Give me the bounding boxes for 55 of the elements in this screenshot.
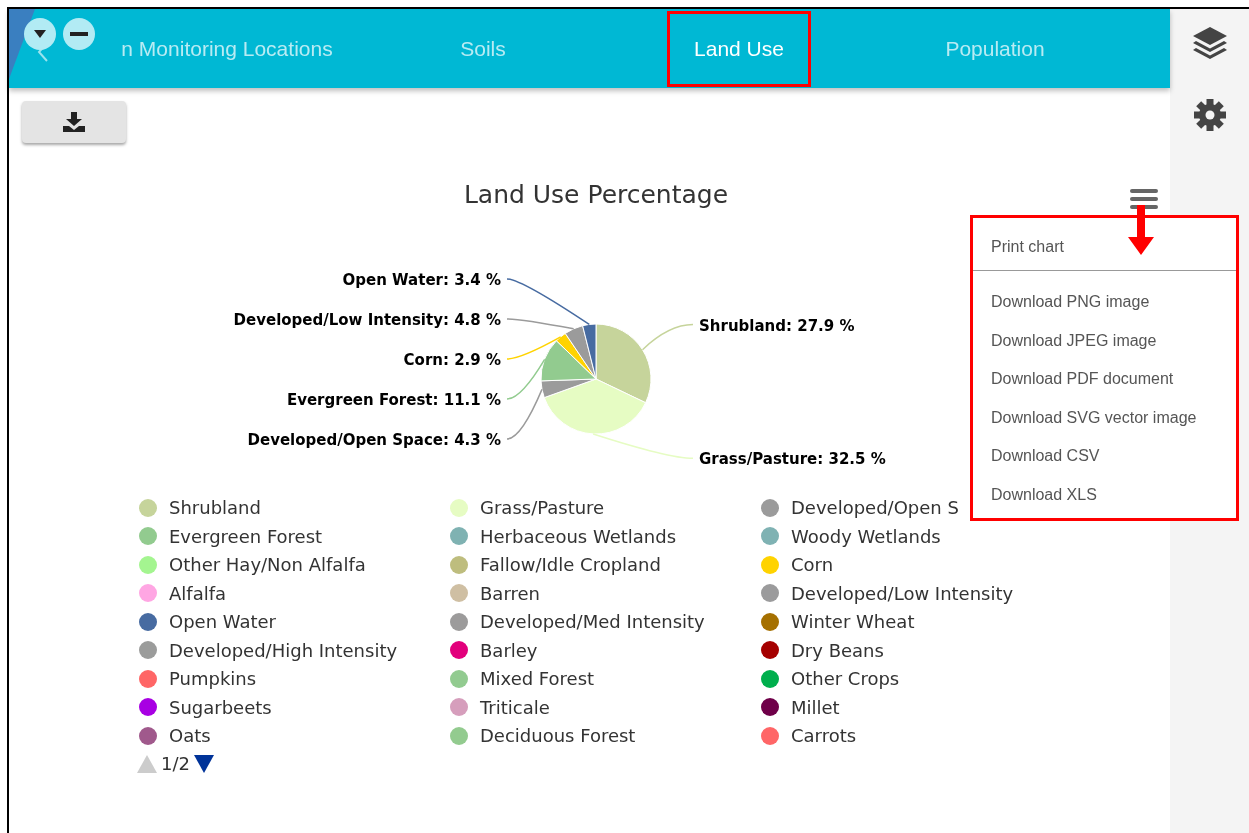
caret-down-icon — [33, 29, 47, 39]
legend-label[interactable]: Evergreen Forest — [169, 525, 323, 547]
menu-item[interactable]: Download PNG image — [973, 283, 1236, 322]
legend-label[interactable]: Sugarbeets — [169, 696, 272, 718]
menu-item[interactable]: Download SVG vector image — [973, 398, 1236, 437]
legend-label[interactable]: Developed/High Intensity — [169, 639, 398, 661]
page-indicator: 1/2 — [161, 753, 190, 774]
chart-title: Land Use Percentage — [463, 180, 729, 209]
download-icon — [63, 112, 85, 132]
legend-label[interactable]: Dry Beans — [791, 639, 884, 661]
legend-label[interactable]: Mixed Forest — [480, 668, 595, 689]
legend-label[interactable]: Triticale — [480, 696, 550, 718]
menu-item[interactable]: Download CSV — [973, 437, 1236, 476]
legend-label[interactable]: Alfalfa — [169, 582, 227, 604]
legend-label[interactable]: Developed/Low Intensity — [791, 582, 1014, 604]
legend-label[interactable]: Barley — [480, 639, 538, 661]
legend-label[interactable]: Shrubland — [169, 497, 261, 518]
menu-item[interactable]: Download JPEG image — [973, 321, 1236, 360]
menu-item[interactable]: Print chart — [973, 228, 1236, 266]
dropdown-button[interactable] — [24, 18, 56, 50]
legend-label[interactable]: Fallow/Idle Cropland — [480, 554, 661, 575]
data-label: Developed/Open Space: 4.3 % — [247, 430, 501, 449]
download-button[interactable] — [22, 101, 126, 143]
legend-label[interactable]: Grass/Pasture — [480, 497, 605, 518]
data-label: Developed/Low Intensity: 4.8 % — [233, 310, 501, 329]
data-label: Shrubland: 27.9 % — [699, 316, 855, 335]
data-label: Grass/Pasture: 32.5 % — [699, 450, 886, 469]
settings-icon[interactable] — [1193, 99, 1226, 131]
menu-item[interactable]: Download PDF document — [973, 360, 1236, 399]
legend-label[interactable]: Other Crops — [791, 668, 900, 689]
legend-label[interactable]: Woody Wetlands — [791, 525, 941, 547]
minus-icon — [70, 32, 88, 36]
legend-label[interactable]: Winter Wheat — [791, 611, 915, 632]
leader-line — [506, 388, 543, 440]
legend-label[interactable]: Corn — [791, 554, 834, 575]
menu-icon[interactable] — [1130, 189, 1158, 209]
legend-label[interactable]: Barren — [480, 582, 540, 604]
legend-label[interactable]: Oats — [169, 725, 211, 746]
collapse-button[interactable] — [63, 18, 95, 50]
menu-item[interactable]: Download XLS — [973, 475, 1236, 514]
data-label: Corn: 2.9 % — [403, 350, 501, 369]
legend-label[interactable]: Pumpkins — [169, 668, 257, 689]
data-label: Open Water: 3.4 % — [342, 270, 501, 289]
page-down-icon[interactable] — [193, 754, 214, 773]
legend-label[interactable]: Herbaceous Wetlands — [480, 525, 677, 547]
leader-line — [641, 323, 694, 351]
legend-label[interactable]: Carrots — [791, 725, 857, 746]
data-label: Evergreen Forest: 11.1 % — [286, 390, 501, 409]
legend-label[interactable]: Developed/Open S — [791, 497, 959, 518]
legend-label[interactable]: Open Water — [169, 611, 276, 632]
legend-label[interactable]: Millet — [791, 696, 840, 718]
legend-label[interactable]: Deciduous Forest — [480, 725, 636, 746]
legend-label[interactable]: Developed/Med Intensity — [480, 611, 705, 632]
layers-icon[interactable] — [1192, 27, 1227, 59]
legend-label[interactable]: Other Hay/Non Alfalfa — [169, 554, 366, 575]
